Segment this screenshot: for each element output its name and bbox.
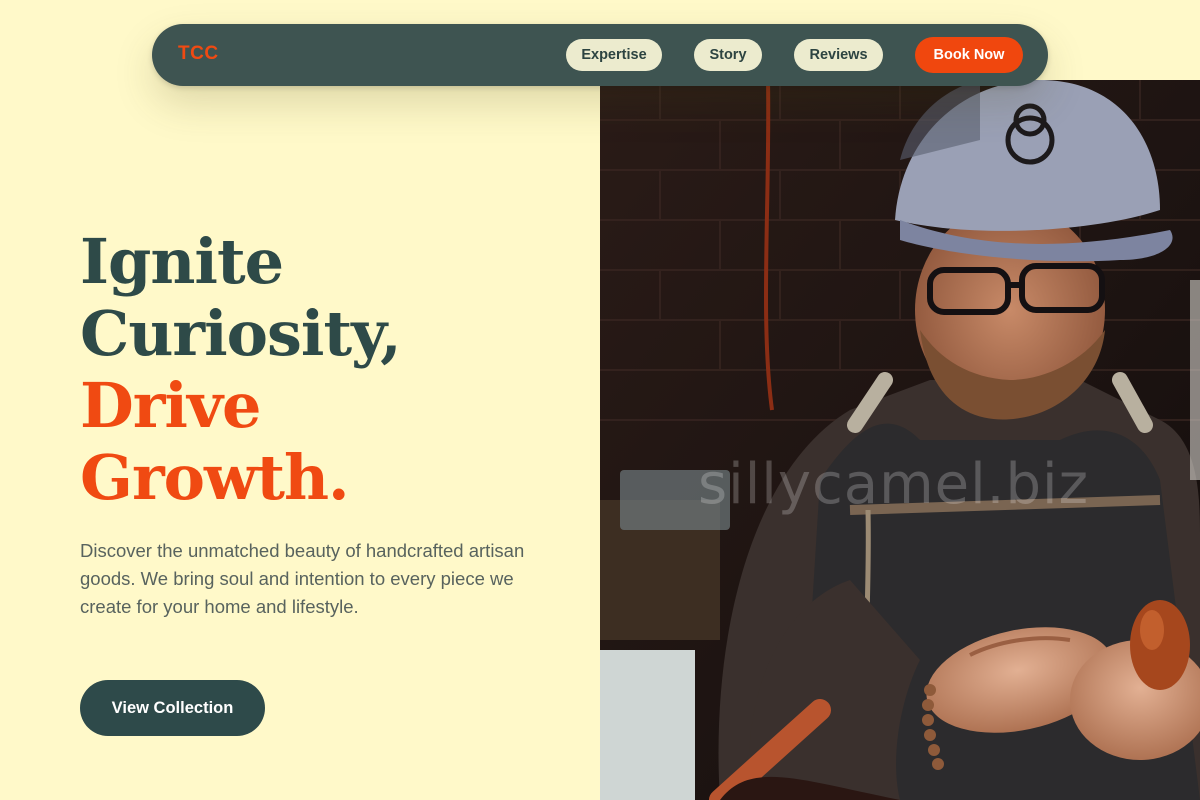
craftsman-illustration: [600, 80, 1200, 800]
hero-title-line-2: Curiosity,: [80, 297, 402, 370]
photo-watermark: sillycamel.biz: [698, 452, 1089, 517]
book-now-button[interactable]: Book Now: [915, 37, 1023, 73]
nav-link-story[interactable]: Story: [694, 39, 762, 71]
hero-title: Ignite Curiosity, Drive Growth.: [80, 226, 580, 514]
view-collection-button[interactable]: View Collection: [80, 680, 265, 736]
hero-title-line-1: Ignite: [80, 225, 284, 298]
nav-link-expertise[interactable]: Expertise: [566, 39, 662, 71]
top-navbar: TCC Expertise Story Reviews Book Now: [152, 24, 1048, 86]
page: TCC Expertise Story Reviews Book Now Ign…: [0, 0, 1200, 800]
brand-logo[interactable]: TCC: [178, 43, 219, 65]
nav-link-reviews[interactable]: Reviews: [794, 39, 883, 71]
hero-title-line-3: Drive: [80, 369, 261, 442]
hero-title-line-4: Growth.: [80, 441, 350, 514]
hero-photo: sillycamel.biz: [600, 80, 1200, 800]
hero-description: Discover the unmatched beauty of handcra…: [80, 540, 525, 617]
